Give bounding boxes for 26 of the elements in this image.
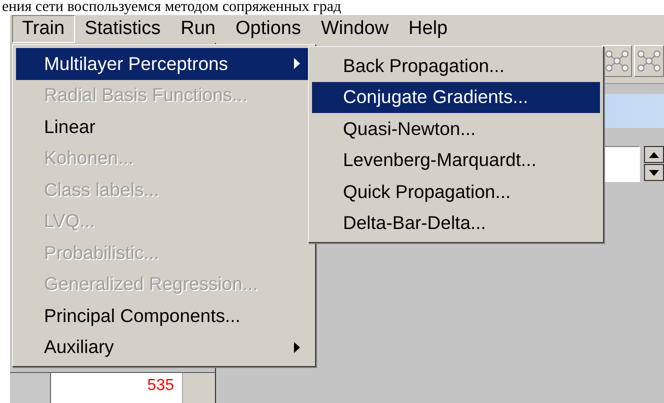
menu-title[interactable]: Run xyxy=(170,15,226,43)
menu-item[interactable]: Linear xyxy=(16,111,312,142)
down-arrow-icon xyxy=(649,170,659,176)
menu-title[interactable]: Options xyxy=(225,15,311,43)
menu-item[interactable]: Principal Components... xyxy=(16,300,312,332)
toolbar-button[interactable] xyxy=(602,45,632,77)
table-cell: 535 xyxy=(51,373,183,403)
menu-item[interactable]: Delta-Bar-Delta... xyxy=(312,208,600,239)
menu-item[interactable]: Levenberg-Marquardt... xyxy=(312,144,600,176)
menu-title[interactable]: Train xyxy=(12,15,75,43)
spin-up-button[interactable] xyxy=(644,146,664,163)
menu-item[interactable]: Auxiliary xyxy=(16,332,312,363)
menu-title[interactable]: Statistics xyxy=(74,15,171,43)
submenu-arrow-icon xyxy=(294,342,300,353)
input-field[interactable] xyxy=(604,146,640,182)
network-icon xyxy=(636,48,662,74)
menu-title[interactable]: Help xyxy=(398,15,458,43)
spin-down-button[interactable] xyxy=(644,164,664,181)
menu-title[interactable]: Window xyxy=(310,15,399,43)
caption-text: ения сети воспользуемся методом сопряженных град xyxy=(1,0,342,15)
menu-item[interactable]: Back Propagation... xyxy=(312,50,600,82)
menu-item[interactable]: Quick Propagation... xyxy=(312,176,600,208)
menu-item[interactable]: Conjugate Gradients... xyxy=(312,82,600,113)
up-arrow-icon xyxy=(649,152,659,158)
menu-item[interactable]: Quasi-Newton... xyxy=(312,113,600,144)
submenu-arrow-icon xyxy=(294,58,300,70)
